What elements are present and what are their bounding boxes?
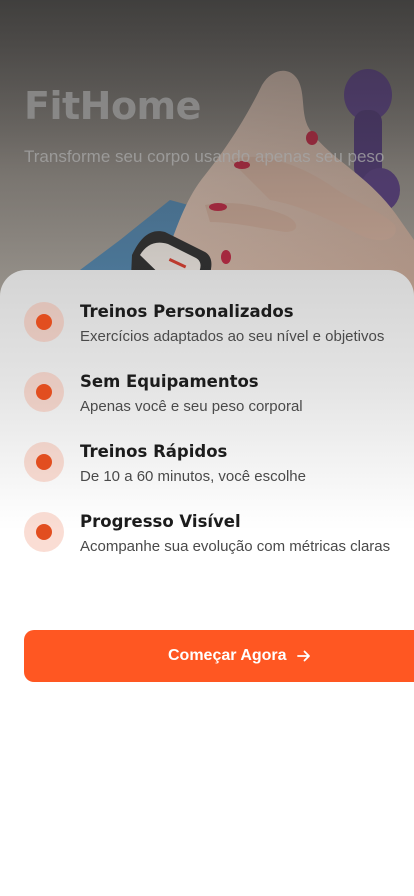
hero-section: FitHome Transforme seu corpo usando apen… <box>0 0 414 300</box>
feature-title: Treinos Rápidos <box>80 442 228 461</box>
feature-description: De 10 a 60 minutos, você escolhe <box>80 468 306 485</box>
onboarding-card: Treinos Personalizados Exercícios adapta… <box>0 270 414 896</box>
feature-item: Treinos Personalizados Exercícios adapta… <box>0 298 414 368</box>
feature-description: Apenas você e seu peso corporal <box>80 398 303 415</box>
bullet-dot-icon <box>24 442 64 482</box>
feature-title: Progresso Visível <box>80 512 241 531</box>
start-now-label: Começar Agora <box>168 647 287 664</box>
bullet-dot-icon <box>24 372 64 412</box>
feature-item: Progresso Visível Acompanhe sua evolução… <box>0 508 414 578</box>
feature-description: Exercícios adaptados ao seu nível e obje… <box>80 328 385 345</box>
feature-title: Sem Equipamentos <box>80 372 259 391</box>
feature-list: Treinos Personalizados Exercícios adapta… <box>0 298 414 578</box>
bullet-dot-icon <box>24 302 64 342</box>
feature-item: Sem Equipamentos Apenas você e seu peso … <box>0 368 414 438</box>
app-title: FitHome <box>24 84 201 128</box>
feature-description: Acompanhe sua evolução com métricas clar… <box>80 538 391 555</box>
arrow-right-icon <box>296 650 310 662</box>
feature-item: Treinos Rápidos De 10 a 60 minutos, você… <box>0 438 414 508</box>
start-now-button[interactable]: Começar Agora <box>24 630 414 682</box>
feature-title: Treinos Personalizados <box>80 302 294 321</box>
bullet-dot-icon <box>24 512 64 552</box>
app-subtitle: Transforme seu corpo usando apenas seu p… <box>24 147 385 166</box>
